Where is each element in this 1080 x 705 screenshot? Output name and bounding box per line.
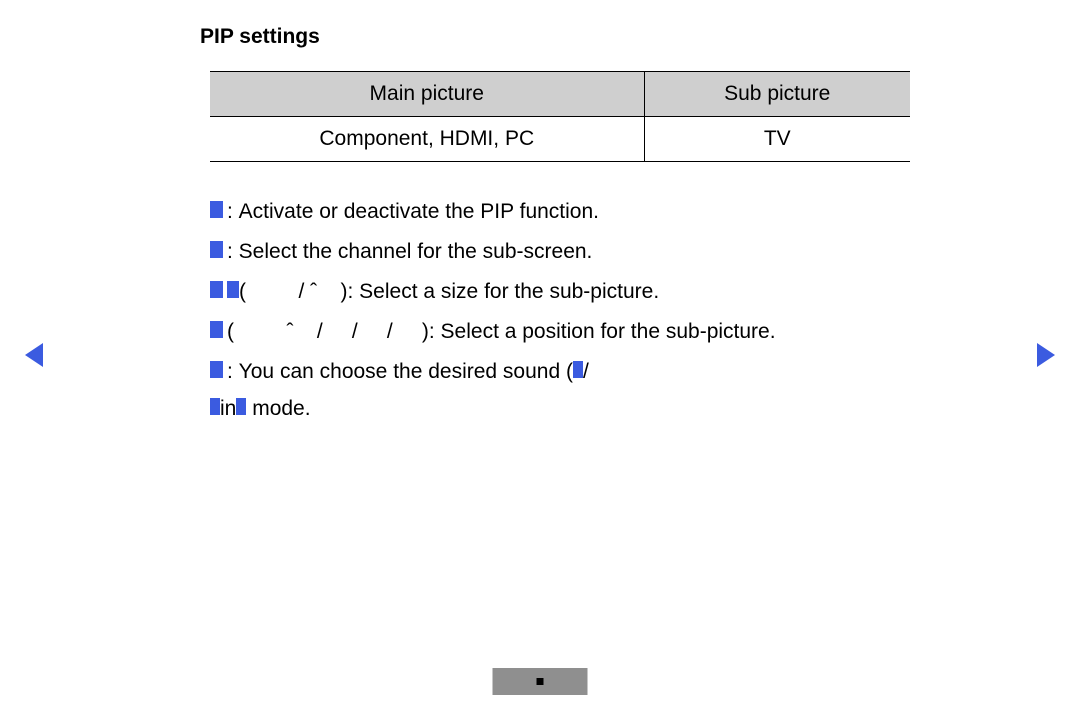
- placeholder-icon: [227, 281, 239, 298]
- text-channel: Select the channel for the sub-screen.: [239, 232, 593, 272]
- table-header-row: Main picture Sub picture: [210, 72, 910, 117]
- placeholder-icon: [210, 398, 220, 415]
- colon: :: [227, 352, 239, 392]
- line-position: ( ˆ / / / ): Select a position for the s…: [210, 312, 940, 352]
- line-channel: : Select the channel for the sub-screen.: [210, 232, 940, 272]
- size-sep: / ˆ: [246, 272, 341, 312]
- sound-text-a: You can choose the desired sound (: [239, 352, 573, 392]
- line-pip-toggle: : Activate or deactivate the PIP functio…: [210, 192, 940, 232]
- position-open: (: [227, 312, 234, 352]
- sound-in: in: [220, 391, 236, 427]
- sound-mode: mode.: [252, 391, 310, 427]
- cell-sub-picture: TV: [644, 117, 910, 162]
- header-sub-picture: Sub picture: [644, 72, 910, 117]
- next-page-button[interactable]: [1037, 343, 1055, 367]
- pip-table: Main picture Sub picture Component, HDMI…: [210, 71, 910, 162]
- footer-dot-icon: [537, 678, 544, 685]
- text-pip-toggle: Activate or deactivate the PIP function.: [239, 192, 599, 232]
- header-main-picture: Main picture: [210, 72, 644, 117]
- description-list: : Activate or deactivate the PIP functio…: [210, 192, 940, 427]
- cell-main-picture: Component, HDMI, PC: [210, 117, 644, 162]
- line-sound: : You can choose the desired sound ( /: [210, 352, 940, 392]
- bullet-icon: [210, 321, 223, 338]
- page-title: PIP settings: [200, 25, 940, 49]
- bullet-icon: [210, 361, 223, 378]
- colon: :: [227, 232, 239, 272]
- bullet-icon: [210, 201, 223, 218]
- placeholder-icon: [236, 398, 246, 415]
- bullet-icon: [210, 241, 223, 258]
- colon: :: [227, 192, 239, 232]
- bullet-icon: [210, 281, 223, 298]
- placeholder-icon: [573, 361, 583, 378]
- size-open: (: [239, 272, 246, 312]
- prev-page-button[interactable]: [25, 343, 43, 367]
- sound-slash: /: [583, 352, 589, 392]
- line-size: ( / ˆ ): Select a size for the sub-pictu…: [210, 272, 940, 312]
- position-text: ): Select a position for the sub-picture…: [422, 312, 776, 352]
- footer-indicator: [493, 668, 588, 695]
- table-row: Component, HDMI, PC TV: [210, 117, 910, 162]
- line-sound-cont: in mode.: [210, 391, 940, 427]
- size-text: ): Select a size for the sub-picture.: [341, 272, 660, 312]
- position-mid: ˆ / / /: [234, 312, 422, 352]
